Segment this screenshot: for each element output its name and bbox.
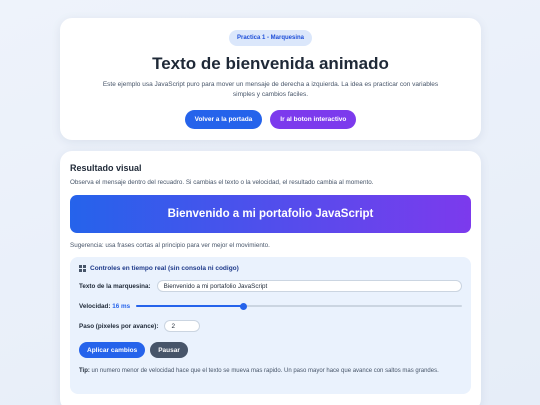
apply-changes-button[interactable]: Aplicar cambios [79,342,146,358]
controls-title: Controles en tiempo real (sin consola ni… [79,265,462,272]
hero-buttons: Volver a la portada Ir al boton interact… [60,109,481,129]
controls-panel: Controles en tiempo real (sin consola ni… [70,257,471,394]
hero-description: Este ejemplo usa JavaScript puro para mo… [102,81,439,99]
interactive-button-link[interactable]: Ir al boton interactivo [270,109,357,129]
speed-row: Velocidad: 16 ms [79,300,462,312]
suggestion-text: Sugerencia: usa frases cortas al princip… [70,242,270,249]
step-label: Paso (pixeles por avance): [79,322,159,330]
result-card: Resultado visual Observa el mensaje dent… [60,151,481,405]
tip-label: Tip: [79,368,90,374]
section-description: Observa el mensaje dentro del recuadro. … [70,179,374,186]
step-row: Paso (pixeles por avance): [79,320,462,332]
step-input[interactable] [164,320,201,332]
action-buttons: Aplicar cambios Pausar [79,342,462,358]
speed-label: Velocidad: 16 ms [79,302,131,310]
page-title: Texto de bienvenida animado [152,54,389,73]
section-title: Resultado visual [70,163,142,173]
slider-thumb[interactable] [240,302,248,310]
pause-button[interactable]: Pausar [150,342,188,358]
practice-badge: Practica 1 - Marquesina [228,30,313,46]
slider-fill [136,305,244,307]
text-row: Texto de la marquesina: [79,280,462,292]
marquee-box: Bienvenido a mi portafolio JavaScript [70,195,471,233]
marquee-text: Bienvenido a mi portafolio JavaScript [167,208,374,220]
text-label: Texto de la marquesina: [79,282,151,290]
tip-text: Tip: un numero menor de velocidad hace q… [79,368,462,374]
marquee-text-input[interactable] [156,280,462,292]
speed-slider[interactable] [136,300,462,312]
speed-value: 16 ms [112,302,131,310]
hero-card: Practica 1 - Marquesina Texto de bienven… [60,18,481,140]
grid-icon [79,265,86,272]
back-home-button[interactable]: Volver a la portada [184,109,263,129]
controls-title-text: Controles en tiempo real (sin consola ni… [90,265,239,272]
tip-body: un numero menor de velocidad hace que el… [89,368,439,374]
